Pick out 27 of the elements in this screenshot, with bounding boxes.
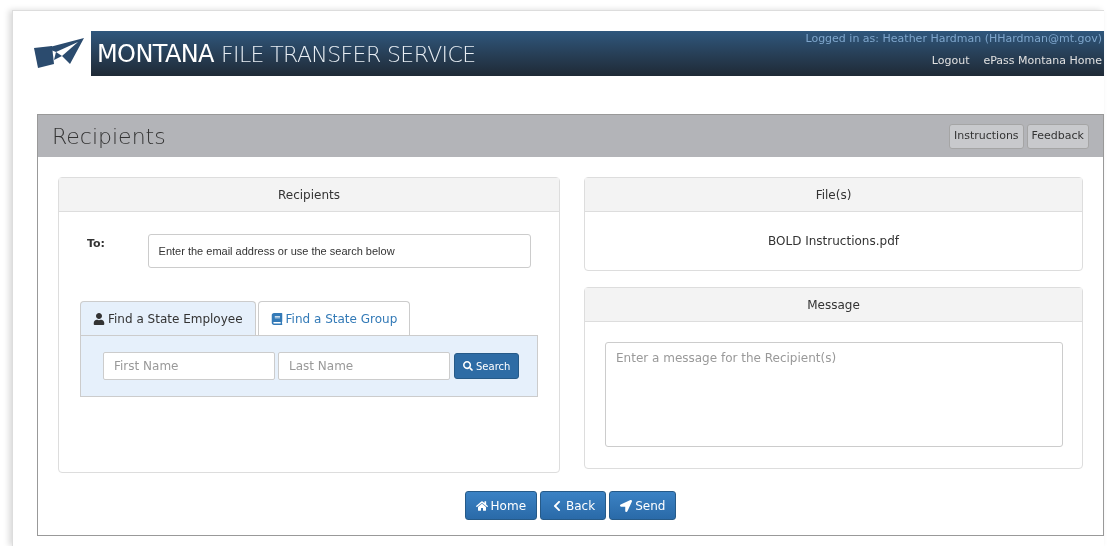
panel-heading: File(s) <box>585 178 1082 212</box>
header-link[interactable]: ePass Montana Home <box>983 53 1102 70</box>
book-icon <box>270 312 283 325</box>
paper-plane-icon <box>620 499 633 512</box>
action-button[interactable]: Back <box>540 491 607 520</box>
home-icon <box>475 499 488 512</box>
header-button[interactable]: Instructions <box>949 123 1024 149</box>
page-title: Recipients <box>52 122 166 151</box>
brand-title: MONTANA FILE TRANSFER SERVICE <box>97 38 476 70</box>
panel-heading: Message <box>585 288 1082 322</box>
search-icon <box>463 361 473 371</box>
to-label: To: <box>87 236 106 252</box>
email-input[interactable]: Enter the email address or use the search below <box>147 234 531 268</box>
person-icon <box>93 312 105 325</box>
header-link[interactable]: Logout <box>931 53 970 70</box>
search-tab[interactable]: Find a State Employee <box>80 301 256 335</box>
logged-in-text: Logged in as: Heather Hardman (HHardman@mt.gov) <box>805 31 1102 47</box>
last-name-input[interactable]: Last Name <box>278 352 450 380</box>
header-button[interactable]: Feedback <box>1026 123 1089 149</box>
file-name: BOLD Instructions.pdf <box>767 233 901 250</box>
search-tab[interactable]: Find a State Group <box>257 301 411 335</box>
action-button[interactable]: Send <box>609 491 677 520</box>
action-button[interactable]: Home <box>464 491 538 520</box>
message-input[interactable]: Enter a message for the Recipient(s) <box>605 342 1063 447</box>
panel-heading: Recipients <box>59 178 559 212</box>
first-name-input[interactable]: First Name <box>103 352 275 380</box>
search-button[interactable]: Search <box>454 353 520 379</box>
